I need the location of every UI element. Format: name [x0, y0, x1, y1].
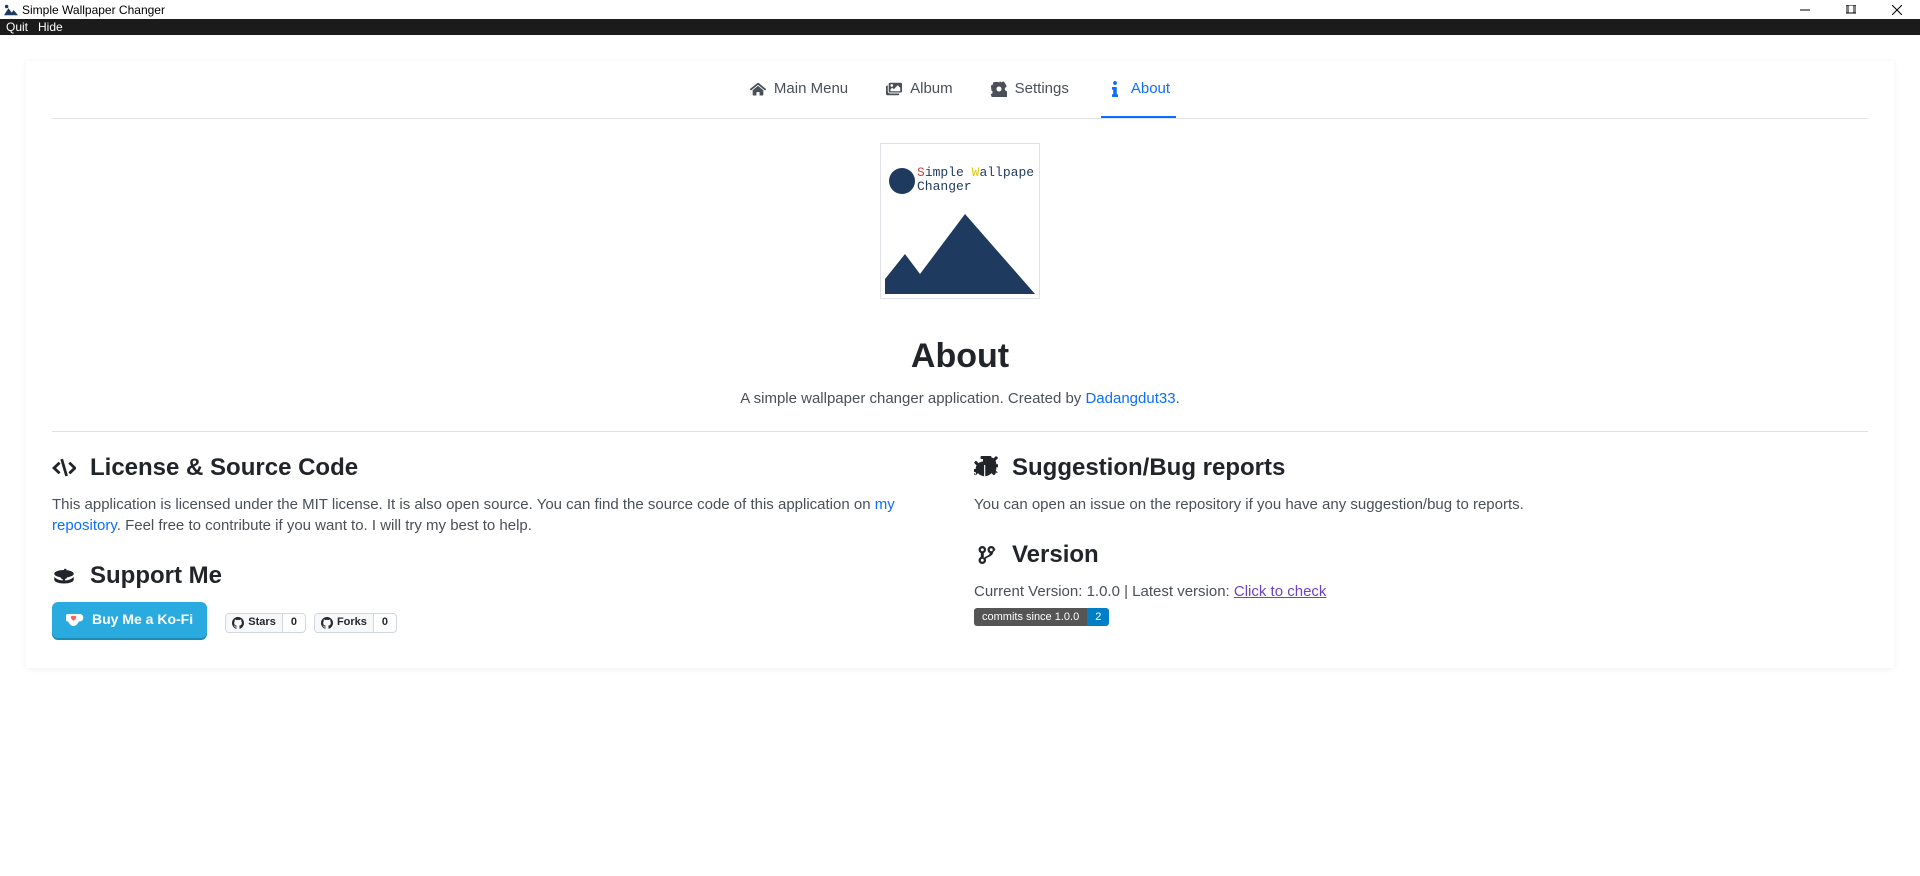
menu-hide[interactable]: Hide [38, 20, 63, 34]
support-body: Buy Me a Ko-Fi Stars 0 [52, 602, 946, 638]
tab-label: Main Menu [774, 80, 848, 97]
author-link[interactable]: Dadangdut33 [1085, 390, 1175, 407]
content-card: Main Menu Album Settings About [26, 61, 1894, 668]
tab-label: Album [910, 80, 953, 97]
code-icon [52, 456, 76, 480]
window-controls [1782, 0, 1920, 19]
tab-label: About [1131, 80, 1170, 97]
right-column: Suggestion/Bug reports You can open an i… [974, 454, 1868, 638]
bug-icon [974, 456, 998, 480]
tab-settings[interactable]: Settings [985, 61, 1075, 118]
divider [52, 431, 1868, 432]
license-title: License & Source Code [52, 454, 946, 482]
commits-badge[interactable]: commits since 1.0.0 2 [974, 608, 1109, 626]
suggestion-title: Suggestion/Bug reports [974, 454, 1868, 482]
kofi-button[interactable]: Buy Me a Ko-Fi [52, 602, 207, 638]
title-left: Simple Wallpaper Changer [4, 3, 165, 17]
tab-main-menu[interactable]: Main Menu [744, 61, 854, 118]
page-subtitle: A simple wallpaper changer application. … [52, 390, 1868, 407]
license-body: This application is licensed under the M… [52, 494, 946, 536]
app-icon [4, 3, 18, 17]
donate-icon [52, 564, 76, 588]
version-title: Version [974, 541, 1868, 569]
page-wrap: Main Menu Album Settings About [0, 35, 1920, 668]
github-forks-badge[interactable]: Forks 0 [314, 613, 397, 633]
tab-album[interactable]: Album [880, 61, 959, 118]
github-icon [321, 617, 333, 629]
tab-about[interactable]: About [1101, 61, 1176, 118]
maximize-button[interactable] [1828, 0, 1874, 19]
columns: License & Source Code This application i… [52, 454, 1868, 638]
github-stars-badge[interactable]: Stars 0 [225, 613, 306, 633]
version-line: Current Version: 1.0.0 | Latest version:… [974, 581, 1868, 602]
github-icon [232, 617, 244, 629]
left-column: License & Source Code This application i… [52, 454, 946, 638]
home-icon [750, 81, 766, 97]
close-button[interactable] [1874, 0, 1920, 19]
images-icon [886, 81, 902, 97]
kofi-cup-icon [66, 613, 84, 627]
kofi-label: Buy Me a Ko-Fi [92, 610, 193, 630]
page-title: About [52, 337, 1868, 376]
gear-icon [991, 81, 1007, 97]
suggestion-body: You can open an issue on the repository … [974, 494, 1868, 515]
support-title: Support Me [52, 562, 946, 590]
tab-nav: Main Menu Album Settings About [52, 61, 1868, 119]
title-bar: Simple Wallpaper Changer [0, 0, 1920, 19]
branch-icon [974, 543, 998, 567]
minimize-button[interactable] [1782, 0, 1828, 19]
info-icon [1107, 81, 1123, 97]
check-version-link[interactable]: Click to check [1234, 583, 1327, 600]
window-title: Simple Wallpaper Changer [22, 3, 165, 17]
menu-quit[interactable]: Quit [6, 20, 28, 34]
menu-bar: Quit Hide [0, 19, 1920, 35]
app-logo: Simple Wallpaper Changer [880, 143, 1040, 299]
tab-label: Settings [1015, 80, 1069, 97]
